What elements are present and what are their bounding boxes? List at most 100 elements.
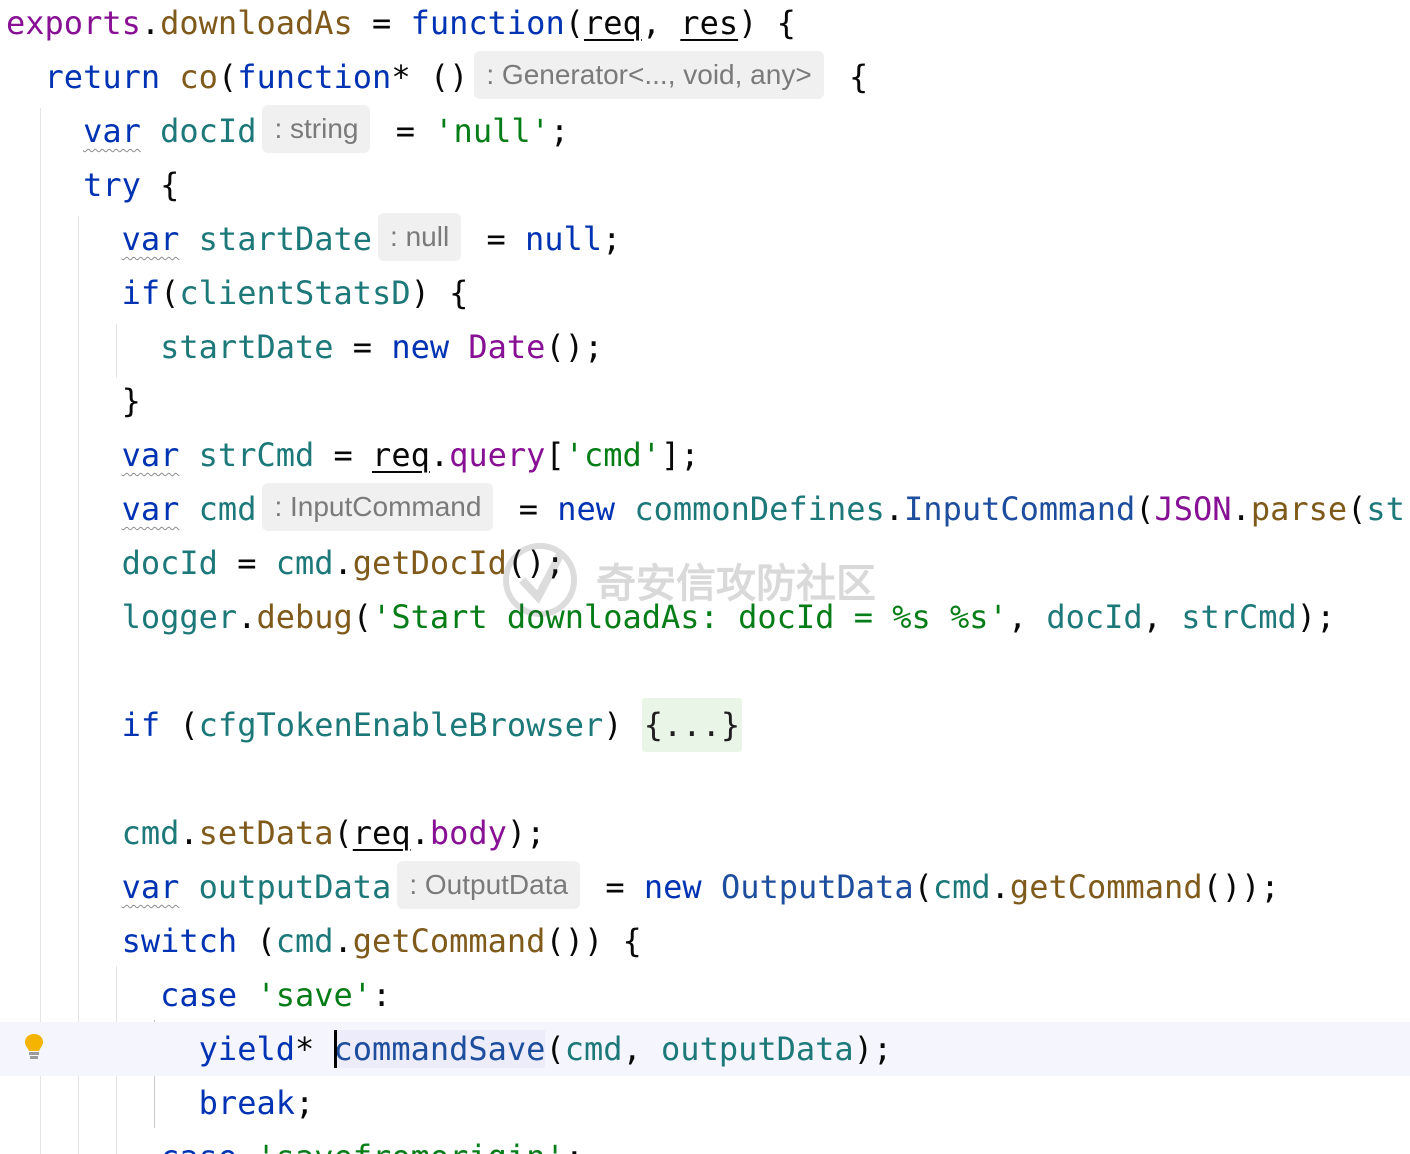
- code-token: query: [449, 436, 546, 474]
- code-line[interactable]: yield* commandSave(cmd, outputData);: [0, 1022, 1410, 1076]
- code-token: docId: [1046, 598, 1143, 636]
- code-line[interactable]: break;: [0, 1076, 1410, 1130]
- code-line[interactable]: startDate = new Date();: [0, 320, 1410, 374]
- code-token: function: [410, 4, 565, 42]
- code-line[interactable]: var strCmd = req.query['cmd'];: [0, 428, 1410, 482]
- code-token: 'null': [434, 112, 550, 150]
- code-token: if: [121, 706, 161, 744]
- code-token: try: [83, 166, 141, 204]
- code-token: req: [583, 4, 642, 42]
- code-token: cmd: [275, 922, 334, 960]
- code-token: ,: [1142, 598, 1182, 636]
- code-line[interactable]: cmd.setData(req.body);: [0, 806, 1410, 860]
- code-token: var: [83, 112, 141, 150]
- code-line[interactable]: var cmd: InputCommand = new commonDefine…: [0, 482, 1410, 536]
- code-line[interactable]: if (cfgTokenEnableBrowser) {...}: [0, 698, 1410, 752]
- code-line[interactable]: exports.downloadAs = function(req, res) …: [0, 0, 1410, 50]
- code-token: }: [6, 382, 141, 420]
- code-line[interactable]: var outputData: OutputData = new OutputD…: [0, 860, 1410, 914]
- code-token: =: [586, 868, 644, 906]
- code-token: (: [217, 58, 238, 96]
- code-token: yield: [198, 1030, 295, 1068]
- code-token: 'savefromorigin': [256, 1138, 564, 1154]
- code-line[interactable]: logger.debug('Start downloadAs: docId = …: [0, 590, 1410, 644]
- code-token: 'cmd': [564, 436, 662, 474]
- code-token: =: [352, 4, 411, 42]
- code-token: {: [829, 58, 869, 96]
- code-token: JSON: [1154, 490, 1232, 528]
- code-token: OutputData: [720, 868, 914, 906]
- code-token: debug: [256, 598, 353, 636]
- inlay-type-hint[interactable]: : OutputData: [397, 861, 581, 909]
- code-line[interactable]: [0, 752, 1410, 806]
- code-token: cmd: [275, 544, 334, 582]
- code-token: docId: [160, 112, 257, 150]
- code-token: [: [545, 436, 565, 474]
- code-token: =: [314, 436, 373, 474]
- code-token: .: [410, 814, 430, 852]
- code-token: setData: [198, 814, 334, 852]
- code-token: );: [853, 1030, 893, 1068]
- code-token: co: [179, 58, 218, 96]
- code-token: outputData: [198, 868, 392, 906]
- inlay-type-hint[interactable]: : string: [262, 105, 371, 153]
- folded-region[interactable]: {...}: [641, 698, 743, 752]
- code-line[interactable]: [0, 644, 1410, 698]
- code-line[interactable]: switch (cmd.getCommand()) {: [0, 914, 1410, 968]
- code-line[interactable]: }: [0, 374, 1410, 428]
- code-token: );: [506, 814, 546, 852]
- code-line[interactable]: docId = cmd.getDocId();: [0, 536, 1410, 590]
- inlay-type-hint[interactable]: : null: [378, 213, 462, 261]
- code-token: (: [352, 598, 373, 636]
- code-token: getDocId: [352, 544, 507, 582]
- code-token: Date: [468, 328, 546, 366]
- code-token: {: [140, 166, 180, 204]
- inlay-type-hint[interactable]: : InputCommand: [262, 483, 494, 531]
- code-token: var: [121, 490, 180, 528]
- code-editor[interactable]: exports.downloadAs = function(req, res) …: [0, 0, 1410, 1154]
- code-token: ): [603, 706, 642, 744]
- code-token: parse: [1250, 490, 1348, 528]
- code-line[interactable]: try {: [0, 158, 1410, 212]
- code-token: ,: [641, 4, 681, 42]
- code-token: :: [565, 1138, 584, 1154]
- code-token: cmd: [198, 490, 257, 528]
- inlay-type-hint[interactable]: : Generator<..., void, any>: [474, 51, 824, 99]
- code-token: docId: [121, 544, 218, 582]
- code-token: getCommand: [352, 922, 546, 960]
- code-token: ,: [1007, 598, 1047, 636]
- code-line[interactable]: case 'savefromorigin':: [0, 1130, 1410, 1154]
- text-caret: [333, 1030, 337, 1068]
- code-token: clientStatsD: [179, 274, 411, 312]
- code-token: case: [160, 976, 257, 1014]
- code-token: );: [1296, 598, 1336, 636]
- code-token: =: [376, 112, 435, 150]
- code-line[interactable]: if(clientStatsD) {: [0, 266, 1410, 320]
- code-token: commandSave: [333, 1030, 546, 1068]
- code-line[interactable]: case 'save':: [0, 968, 1410, 1022]
- code-token: ];: [661, 436, 700, 474]
- code-token: commonDefines: [634, 490, 885, 528]
- code-line[interactable]: var docId: string = 'null';: [0, 104, 1410, 158]
- code-token: strCmd: [1181, 598, 1297, 636]
- code-token: logger: [121, 598, 238, 636]
- code-line[interactable]: var startDate: null = null;: [0, 212, 1410, 266]
- code-token: body: [429, 814, 507, 852]
- code-line[interactable]: return co(function* (): Generator<..., v…: [0, 50, 1410, 104]
- lightbulb-icon[interactable]: [22, 1032, 46, 1062]
